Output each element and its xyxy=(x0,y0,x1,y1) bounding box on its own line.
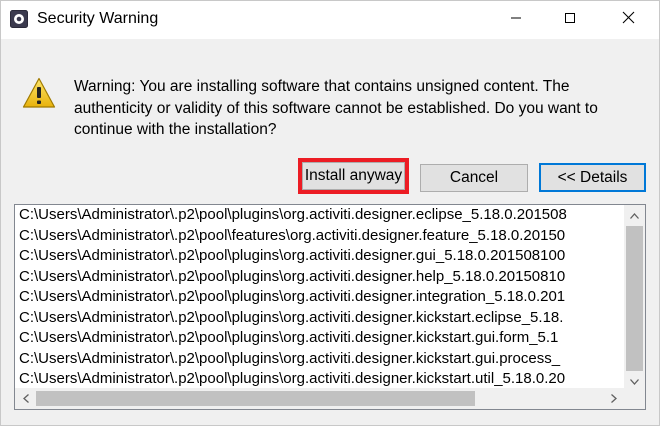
list-item[interactable]: C:\Users\Administrator\.p2\pool\plugins\… xyxy=(15,246,621,267)
window-title: Security Warning xyxy=(37,10,159,27)
list-items: C:\Users\Administrator\.p2\pool\plugins\… xyxy=(15,205,621,387)
scroll-up-icon[interactable] xyxy=(626,207,643,224)
details-button[interactable]: << Details xyxy=(539,163,646,192)
list-item[interactable]: C:\Users\Administrator\.p2\pool\plugins\… xyxy=(15,328,621,349)
list-item[interactable]: C:\Users\Administrator\.p2\pool\plugins\… xyxy=(15,267,621,288)
horizontal-scroll-thumb[interactable] xyxy=(36,391,475,406)
horizontal-scrollbar[interactable] xyxy=(15,388,624,409)
list-item[interactable]: C:\Users\Administrator\.p2\pool\plugins\… xyxy=(15,205,621,226)
warning-icon xyxy=(22,77,56,109)
vertical-scroll-thumb[interactable] xyxy=(626,226,643,371)
scroll-right-icon[interactable] xyxy=(605,390,622,407)
list-item[interactable]: C:\Users\Administrator\.p2\pool\plugins\… xyxy=(15,369,621,387)
minimize-icon xyxy=(510,11,522,29)
unsigned-content-list[interactable]: C:\Users\Administrator\.p2\pool\plugins\… xyxy=(14,204,646,410)
security-warning-dialog: Security Warning Warning: You are instal… xyxy=(0,0,660,426)
list-item[interactable]: C:\Users\Administrator\.p2\pool\plugins\… xyxy=(15,287,621,308)
list-item[interactable]: C:\Users\Administrator\.p2\pool\features… xyxy=(15,226,621,247)
title-bar[interactable]: Security Warning xyxy=(1,1,659,39)
app-icon xyxy=(10,10,28,28)
close-button[interactable] xyxy=(605,1,651,39)
install-anyway-button[interactable]: Install anyway xyxy=(298,158,409,194)
vertical-scrollbar[interactable] xyxy=(624,205,645,392)
cancel-button[interactable]: Cancel xyxy=(420,164,528,192)
minimize-button[interactable] xyxy=(493,1,539,39)
maximize-icon xyxy=(564,11,576,29)
maximize-button[interactable] xyxy=(547,1,593,39)
list-item[interactable]: C:\Users\Administrator\.p2\pool\plugins\… xyxy=(15,308,621,329)
install-anyway-label: Install anyway xyxy=(302,162,405,190)
scrollbar-corner xyxy=(624,388,645,409)
list-item[interactable]: C:\Users\Administrator\.p2\pool\plugins\… xyxy=(15,349,621,370)
scroll-left-icon[interactable] xyxy=(17,390,34,407)
close-icon xyxy=(622,11,635,29)
warning-message: Warning: You are installing software tha… xyxy=(74,78,598,138)
